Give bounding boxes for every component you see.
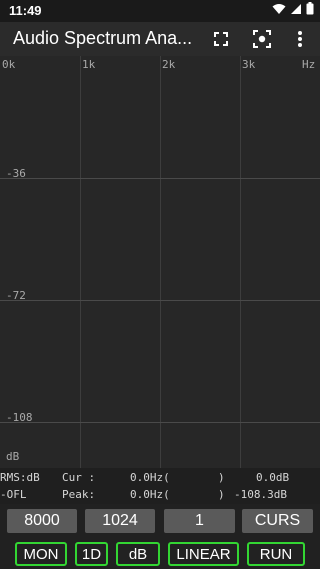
fft-length-button[interactable]: 1024 bbox=[85, 509, 155, 533]
hz-label-1k: 1k bbox=[82, 58, 96, 71]
peak-value: -108.3dB bbox=[234, 488, 287, 501]
peak-close: ) bbox=[218, 488, 225, 501]
cursor-button[interactable]: CURS bbox=[242, 509, 313, 533]
db-label-108: -108 bbox=[6, 411, 33, 424]
monitor-toggle[interactable]: MON bbox=[15, 542, 67, 566]
info-panel: RMS:dB Cur : 0.0Hz( ) 0.0dB -OFL Peak: 0… bbox=[0, 468, 320, 504]
peak-label: Peak: bbox=[62, 488, 96, 501]
status-time: 11:49 bbox=[9, 3, 42, 18]
cur-value: 0.0dB bbox=[256, 471, 290, 484]
screenshot-icon[interactable] bbox=[249, 26, 275, 52]
hz-unit-label: Hz bbox=[302, 58, 316, 71]
cur-label: Cur : bbox=[62, 471, 96, 484]
app-title: Audio Spectrum Ana... bbox=[13, 28, 193, 48]
grid-line-36 bbox=[0, 178, 320, 179]
grid-line-72 bbox=[0, 300, 320, 301]
hz-label-3k: 3k bbox=[242, 58, 256, 71]
more-vert-icon[interactable] bbox=[287, 26, 313, 52]
ofl-label: -OFL bbox=[0, 488, 27, 501]
run-toggle[interactable]: RUN bbox=[247, 542, 305, 566]
grid-line-1k bbox=[80, 56, 81, 468]
app-bar: Audio Spectrum Ana... bbox=[0, 22, 320, 56]
sample-rate-button[interactable]: 8000 bbox=[7, 509, 77, 533]
dimension-toggle[interactable]: 1D bbox=[75, 542, 108, 566]
db-label-36: -36 bbox=[6, 167, 26, 180]
scale-toggle[interactable]: LINEAR bbox=[168, 542, 239, 566]
cur-close: ) bbox=[218, 471, 225, 484]
grid-line-3k bbox=[240, 56, 241, 468]
signal-icon bbox=[290, 2, 302, 20]
hz-label-0k: 0k bbox=[2, 58, 16, 71]
battery-icon bbox=[306, 2, 314, 20]
cur-freq: 0.0Hz( bbox=[130, 471, 170, 484]
mode-button-row: MON 1D dB LINEAR RUN bbox=[0, 540, 320, 569]
status-bar: 11:49 bbox=[0, 0, 320, 22]
spectrum-plot[interactable]: 0k 1k 2k 3k Hz -36 -72 -108 dB bbox=[0, 56, 320, 468]
rms-label: RMS:dB bbox=[0, 471, 40, 484]
peak-freq: 0.0Hz( bbox=[130, 488, 170, 501]
averages-button[interactable]: 1 bbox=[164, 509, 235, 533]
status-icons bbox=[272, 2, 314, 20]
settings-button-row: 8000 1024 1 CURS bbox=[0, 507, 320, 537]
grid-line-108 bbox=[0, 422, 320, 423]
hz-label-2k: 2k bbox=[162, 58, 176, 71]
unit-toggle[interactable]: dB bbox=[116, 542, 160, 566]
db-unit-label: dB bbox=[6, 450, 20, 463]
db-label-72: -72 bbox=[6, 289, 26, 302]
grid-line-2k bbox=[160, 56, 161, 468]
wifi-icon bbox=[272, 2, 286, 20]
fullscreen-icon[interactable] bbox=[208, 26, 234, 52]
